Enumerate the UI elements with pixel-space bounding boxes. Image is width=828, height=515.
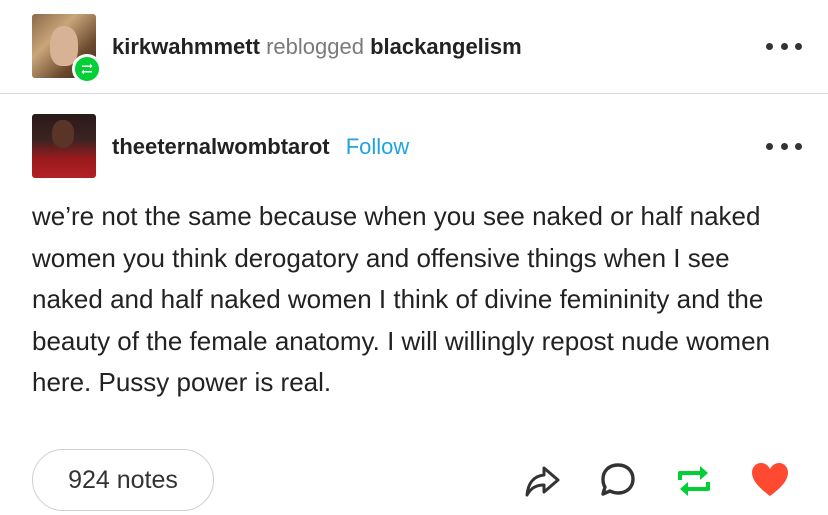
post-more-options-icon[interactable] bbox=[766, 140, 802, 152]
author-username[interactable]: theeternalwombtarot bbox=[112, 134, 330, 159]
reblog-attribution: kirkwahmmett reblogged blackangelism bbox=[112, 33, 522, 61]
reblogger-username[interactable]: kirkwahmmett bbox=[112, 34, 260, 59]
post-text: we’re not the same because when you see … bbox=[32, 201, 771, 397]
reblog-badge-icon bbox=[72, 54, 102, 84]
reblog-header: kirkwahmmett reblogged blackangelism bbox=[0, 0, 828, 94]
more-options-icon[interactable] bbox=[766, 40, 802, 52]
reblog-icon[interactable] bbox=[674, 461, 714, 501]
author-avatar[interactable] bbox=[32, 114, 96, 178]
follow-button[interactable]: Follow bbox=[346, 134, 410, 159]
reply-icon[interactable] bbox=[598, 460, 638, 500]
source-username[interactable]: blackangelism bbox=[370, 34, 522, 59]
notes-button[interactable]: 924 notes bbox=[32, 449, 214, 511]
post-author-line: theeternalwombtarot Follow bbox=[112, 133, 409, 161]
share-icon[interactable] bbox=[522, 461, 562, 501]
avatar-head bbox=[52, 120, 74, 148]
reblogged-label: reblogged bbox=[266, 34, 364, 59]
heart-icon[interactable] bbox=[750, 460, 790, 500]
